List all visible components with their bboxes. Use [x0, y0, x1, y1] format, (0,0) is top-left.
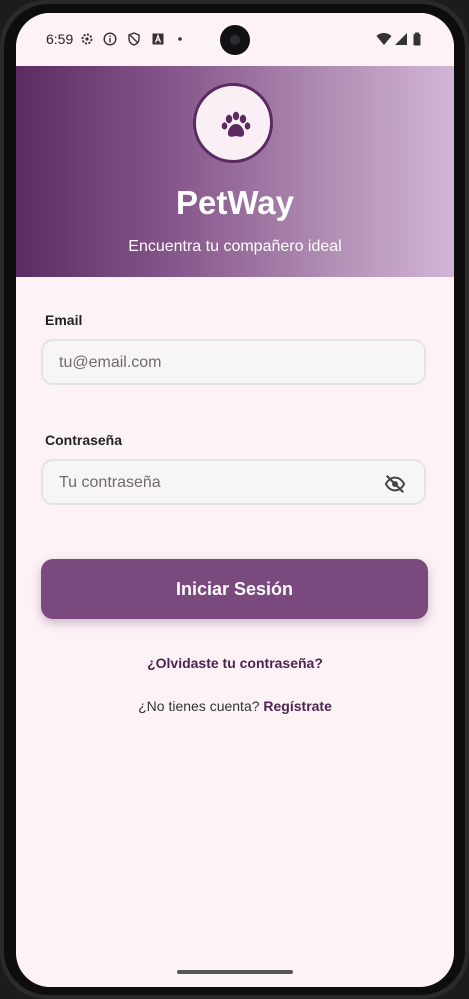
info-icon — [103, 32, 117, 46]
dot-icon — [178, 37, 182, 41]
app-logo — [193, 83, 273, 163]
email-field[interactable] — [57, 341, 381, 385]
register-prompt: ¿No tienes cuenta? Regístrate — [16, 698, 454, 714]
password-field-container — [41, 459, 426, 505]
forgot-password-link[interactable]: ¿Olvidaste tu contraseña? — [16, 655, 454, 671]
phone-frame: 6:59 PetWay Encuentra tu compañero ideal… — [0, 0, 469, 999]
register-link[interactable]: Regístrate — [263, 698, 331, 714]
status-bar: 6:59 — [16, 13, 454, 66]
no-account-text: ¿No tienes cuenta? — [138, 698, 260, 714]
status-time: 6:59 — [46, 31, 74, 47]
password-field[interactable] — [57, 461, 381, 505]
app-subtitle: Encuentra tu compañero ideal — [128, 238, 342, 255]
front-camera — [220, 25, 250, 55]
login-button[interactable]: Iniciar Sesión — [41, 559, 428, 619]
shield-icon — [128, 32, 140, 46]
eye-off-icon[interactable] — [384, 473, 406, 495]
header-banner: PetWay Encuentra tu compañero ideal — [16, 66, 454, 277]
gesture-home-bar[interactable] — [177, 970, 293, 974]
wifi-icon — [376, 33, 392, 45]
paw-icon — [221, 111, 251, 137]
battery-icon — [413, 32, 421, 46]
app-title: PetWay — [176, 184, 294, 221]
settings-icon — [81, 33, 93, 45]
signal-icon — [395, 33, 407, 45]
email-field-container — [41, 339, 426, 385]
a-icon — [152, 33, 164, 45]
app-screen: 6:59 PetWay Encuentra tu compañero ideal… — [16, 13, 454, 987]
email-label: Email — [45, 312, 83, 328]
password-label: Contraseña — [45, 432, 123, 448]
